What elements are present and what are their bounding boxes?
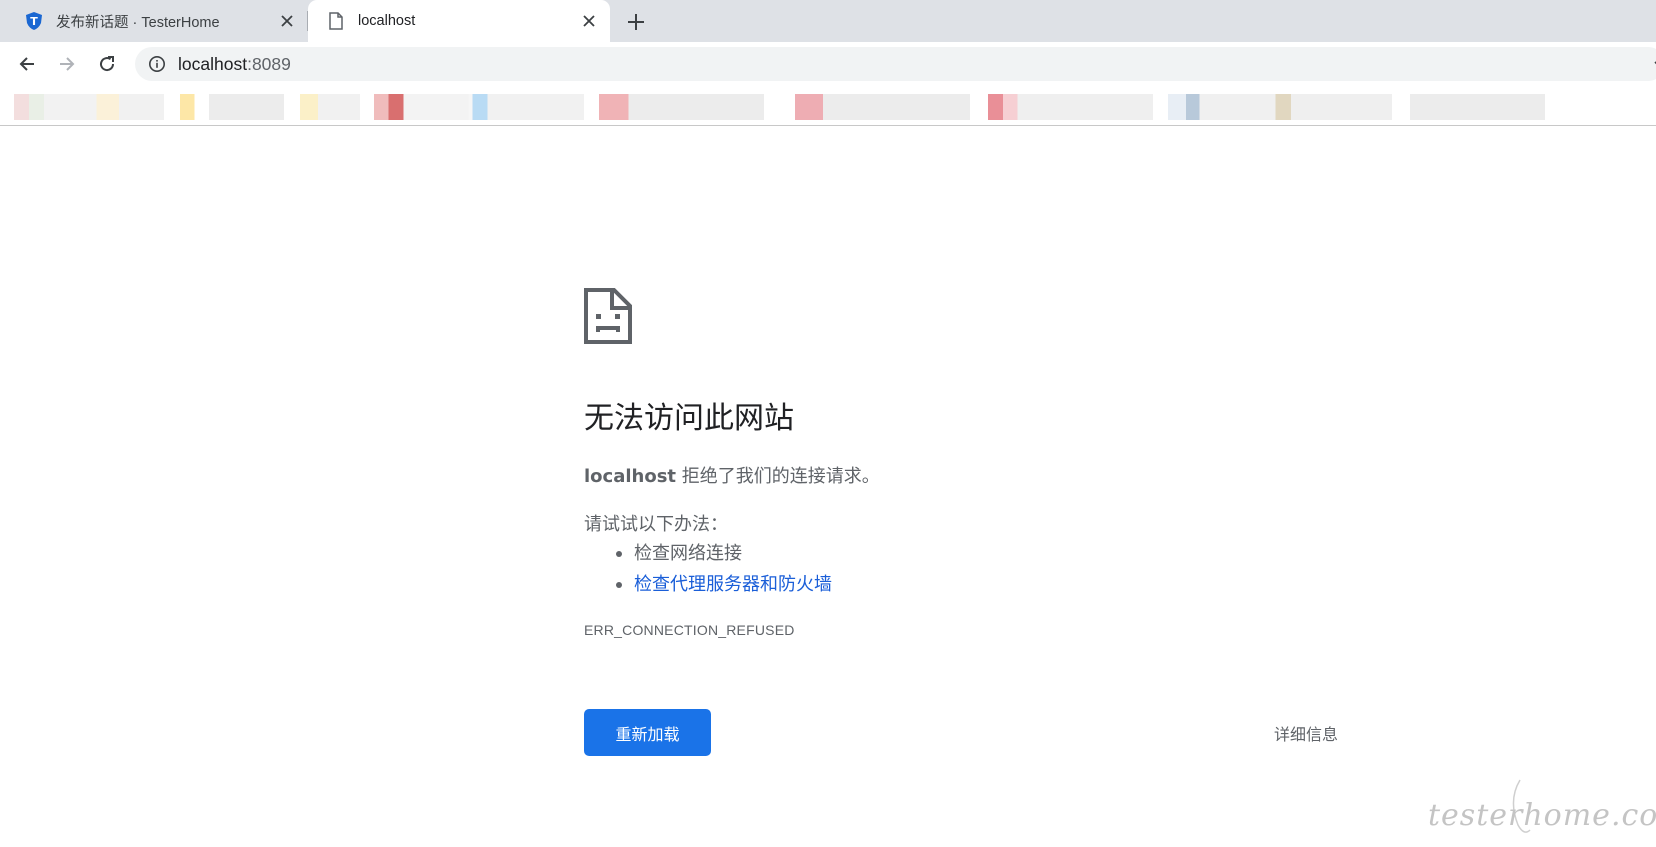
tab-title: localhost bbox=[358, 13, 416, 29]
browser-toolbar: localhost:8089 bbox=[0, 42, 1656, 86]
forward-button[interactable] bbox=[51, 48, 83, 80]
tab-title: 发布新话题 · TesterHome bbox=[56, 14, 220, 31]
error-code: ERR_CONNECTION_REFUSED bbox=[584, 622, 795, 638]
tab-localhost[interactable]: localhost bbox=[308, 0, 610, 42]
sad-document-icon bbox=[584, 288, 632, 344]
bookmark-item[interactable] bbox=[988, 94, 1153, 120]
new-tab-button[interactable] bbox=[622, 9, 650, 35]
error-message: localhost 拒绝了我们的连接请求。 bbox=[584, 462, 880, 488]
suggestion-check-network: 检查网络连接 bbox=[584, 538, 832, 569]
reload-button[interactable] bbox=[91, 48, 123, 80]
close-icon[interactable] bbox=[578, 10, 600, 32]
bookmarks-bar bbox=[0, 86, 1656, 126]
bookmark-item[interactable] bbox=[795, 94, 970, 120]
bookmark-item[interactable] bbox=[1410, 94, 1545, 120]
suggestion-check-proxy-link[interactable]: 检查代理服务器和防火墙 bbox=[584, 569, 832, 600]
back-button[interactable] bbox=[11, 48, 43, 80]
bookmark-item[interactable] bbox=[599, 94, 764, 120]
url-host: localhost bbox=[178, 53, 248, 74]
info-icon[interactable] bbox=[147, 54, 167, 74]
reload-page-button[interactable]: 重新加载 bbox=[584, 709, 711, 756]
document-icon bbox=[326, 11, 346, 31]
bookmark-item[interactable] bbox=[14, 94, 164, 120]
refresh-icon bbox=[100, 56, 115, 72]
bookmark-item[interactable] bbox=[374, 94, 584, 120]
error-message-text: 拒绝了我们的连接请求。 bbox=[676, 466, 880, 487]
suggestions-title: 请试试以下办法： bbox=[584, 514, 728, 535]
address-bar[interactable]: localhost:8089 bbox=[135, 47, 1656, 81]
watermark: testerhome.com bbox=[1428, 798, 1656, 833]
error-host: localhost bbox=[584, 466, 677, 487]
tab-strip: T 发布新话题 · TesterHome localhost bbox=[0, 0, 1656, 42]
tab-testerhome[interactable]: T 发布新话题 · TesterHome bbox=[0, 0, 308, 42]
arrow-right-icon bbox=[60, 57, 75, 71]
favicon-letter: T bbox=[30, 15, 38, 28]
error-title: 无法访问此网站 bbox=[584, 401, 794, 436]
bookmark-item[interactable] bbox=[1168, 94, 1392, 120]
plus-icon bbox=[628, 14, 644, 30]
close-icon[interactable] bbox=[276, 10, 298, 32]
details-button[interactable]: 详细信息 bbox=[1256, 718, 1356, 748]
url-port: :8089 bbox=[247, 53, 291, 74]
bookmark-item[interactable] bbox=[180, 94, 284, 120]
suggestions-list: 检查网络连接 检查代理服务器和防火墙 bbox=[584, 538, 832, 600]
bookmark-item[interactable] bbox=[300, 94, 360, 120]
testerhome-shield-icon: T bbox=[24, 11, 44, 31]
arrow-left-icon bbox=[19, 57, 34, 71]
